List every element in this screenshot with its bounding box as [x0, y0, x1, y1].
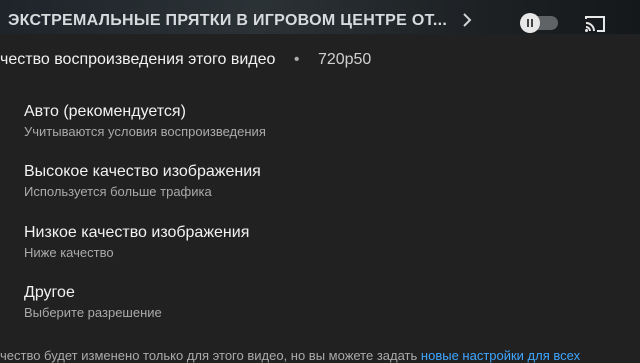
option-label: Низкое качество изображения [24, 224, 250, 241]
autoplay-toggle[interactable] [520, 13, 558, 33]
video-player-top-bar: ЭКСТРЕМАЛЬНЫЕ ПРЯТКИ В ИГРОВОМ ЦЕНТРЕ ОТ… [0, 0, 640, 34]
option-description: Учитываются условия воспроизведения [24, 124, 266, 139]
option-label: Другое [24, 284, 75, 301]
quality-sheet-header: чество воспроизведения этого видео • 720… [0, 51, 371, 69]
video-title[interactable]: ЭКСТРЕМАЛЬНЫЕ ПРЯТКИ В ИГРОВОМ ЦЕНТРЕ ОТ… [8, 12, 447, 30]
option-description: Выберите разрешение [24, 305, 162, 320]
quality-option-auto[interactable]: Авто (рекомендуется) Учитываются условия… [24, 103, 624, 155]
quality-option-low[interactable]: Низкое качество изображения Ниже качеств… [24, 224, 624, 276]
current-quality: 720p50 [317, 51, 372, 68]
pause-icon [520, 13, 540, 33]
quality-option-high[interactable]: Высокое качество изображения Используетс… [24, 163, 624, 215]
quality-settings-sheet: чество воспроизведения этого видео • 720… [0, 34, 640, 363]
option-description: Используется больше трафика [24, 184, 212, 199]
option-label: Высокое качество изображения [24, 163, 261, 180]
cast-icon[interactable] [584, 15, 606, 33]
quality-option-other[interactable]: Другое Выберите разрешение [24, 284, 624, 336]
quality-sheet-title: чество воспроизведения этого видео [0, 51, 276, 68]
preferences-link[interactable]: новые настройки для всех [421, 348, 580, 363]
option-label: Авто (рекомендуется) [24, 103, 186, 120]
footer-text: чество будет изменено только для этого в… [0, 348, 421, 363]
option-description: Ниже качество [24, 245, 114, 260]
chevron-right-icon[interactable] [460, 11, 474, 29]
header-separator: • [293, 51, 300, 68]
quality-footer-note: чество будет изменено только для этого в… [0, 348, 580, 363]
